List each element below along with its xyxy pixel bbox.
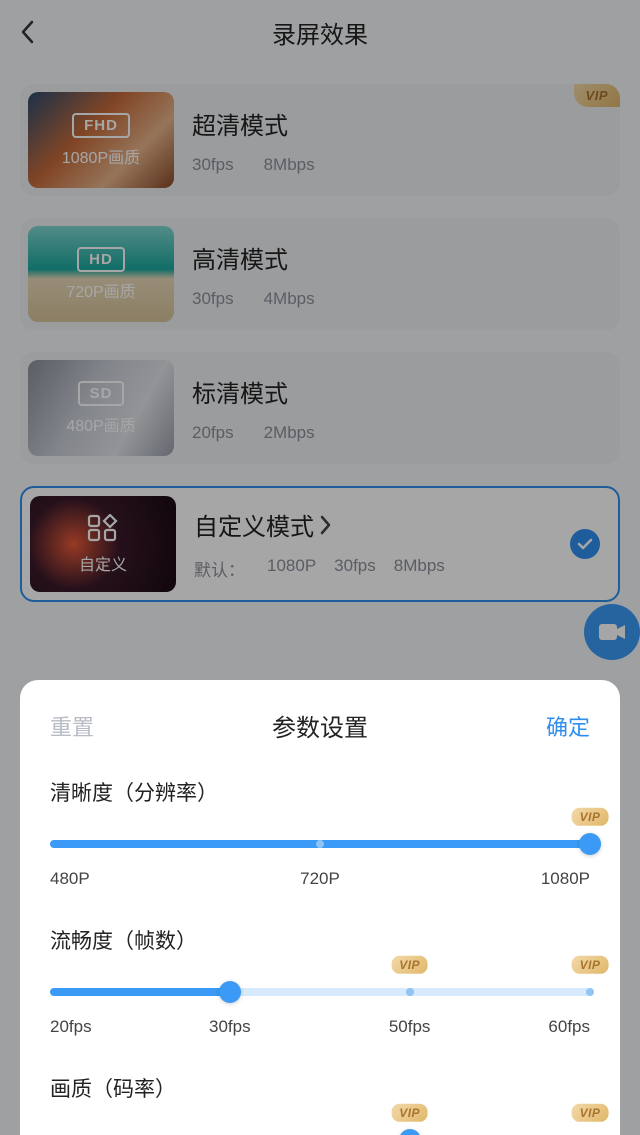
record-float-button[interactable] <box>584 604 640 660</box>
mode-card-hd[interactable]: HD 720P画质 高清模式 30fps 4Mbps <box>20 218 620 330</box>
mode-title: 超清模式 <box>192 106 612 141</box>
resolution-slider[interactable]: VIP <box>50 833 590 855</box>
chevron-left-icon <box>20 20 34 44</box>
vip-badge: VIP <box>391 1104 428 1122</box>
mode-thumb: FHD 1080P画质 <box>28 92 174 188</box>
bitrate-slider[interactable]: VIP VIP <box>50 1129 590 1135</box>
quality-badge: FHD <box>72 113 130 138</box>
selected-check-icon <box>570 529 600 559</box>
mode-fps: 30fps <box>192 155 234 175</box>
chevron-right-icon <box>320 515 332 535</box>
custom-bitrate: 8Mbps <box>394 556 445 581</box>
mode-thumb: 自定义 <box>30 496 176 592</box>
mode-bitrate: 4Mbps <box>264 289 315 309</box>
video-camera-icon <box>598 622 626 642</box>
vip-badge: VIP <box>572 808 609 826</box>
quality-badge: HD <box>77 247 125 272</box>
mode-thumb: HD 720P画质 <box>28 226 174 322</box>
page-title: 录屏效果 <box>60 15 580 50</box>
confirm-button[interactable]: 确定 <box>546 710 590 742</box>
default-label: 默认： <box>194 556 245 581</box>
thumb-label: 720P画质 <box>66 278 135 302</box>
sheet-title: 参数设置 <box>272 708 368 743</box>
mode-title: 高清模式 <box>192 240 612 275</box>
mode-bitrate: 2Mbps <box>264 423 315 443</box>
mode-card-fhd[interactable]: VIP FHD 1080P画质 超清模式 30fps 8Mbps <box>20 84 620 196</box>
mode-title: 标清模式 <box>192 374 612 409</box>
mode-fps: 30fps <box>192 289 234 309</box>
custom-res: 1080P <box>267 556 316 581</box>
vip-badge: VIP <box>572 956 609 974</box>
param-label-fps: 流畅度（帧数） <box>50 925 590 955</box>
thumb-label: 自定义 <box>79 551 127 575</box>
mode-card-sd[interactable]: SD 480P画质 标清模式 20fps 2Mbps <box>20 352 620 464</box>
thumb-label: 480P画质 <box>66 412 135 436</box>
tick-label: 50fps <box>389 1017 431 1037</box>
vip-badge: VIP <box>572 1104 609 1122</box>
custom-icon <box>87 514 119 547</box>
tick-label: 20fps <box>50 1017 92 1037</box>
tick-label: 30fps <box>209 1017 251 1037</box>
back-button[interactable] <box>20 12 60 52</box>
mode-card-custom[interactable]: 自定义 自定义模式 默认： 1080P 30fps 8Mbps <box>20 486 620 602</box>
mode-bitrate: 8Mbps <box>264 155 315 175</box>
tick-label: 60fps <box>548 1017 590 1037</box>
tick-label: 720P <box>300 869 340 889</box>
tick-label: 480P <box>50 869 90 889</box>
mode-thumb: SD 480P画质 <box>28 360 174 456</box>
fps-slider[interactable]: VIP VIP <box>50 981 590 1003</box>
vip-badge: VIP <box>391 956 428 974</box>
params-sheet: 重置 参数设置 确定 清晰度（分辨率） VIP 480P 720P 1080P … <box>20 680 620 1135</box>
reset-button[interactable]: 重置 <box>50 710 94 742</box>
param-label-bitrate: 画质（码率） <box>50 1073 590 1103</box>
tick-label: 1080P <box>541 869 590 889</box>
thumb-label: 1080P画质 <box>62 144 140 168</box>
mode-fps: 20fps <box>192 423 234 443</box>
param-label-resolution: 清晰度（分辨率） <box>50 777 590 807</box>
mode-title: 自定义模式 <box>194 507 314 542</box>
vip-badge: VIP <box>574 84 620 107</box>
custom-fps: 30fps <box>334 556 376 581</box>
quality-badge: SD <box>78 381 125 406</box>
